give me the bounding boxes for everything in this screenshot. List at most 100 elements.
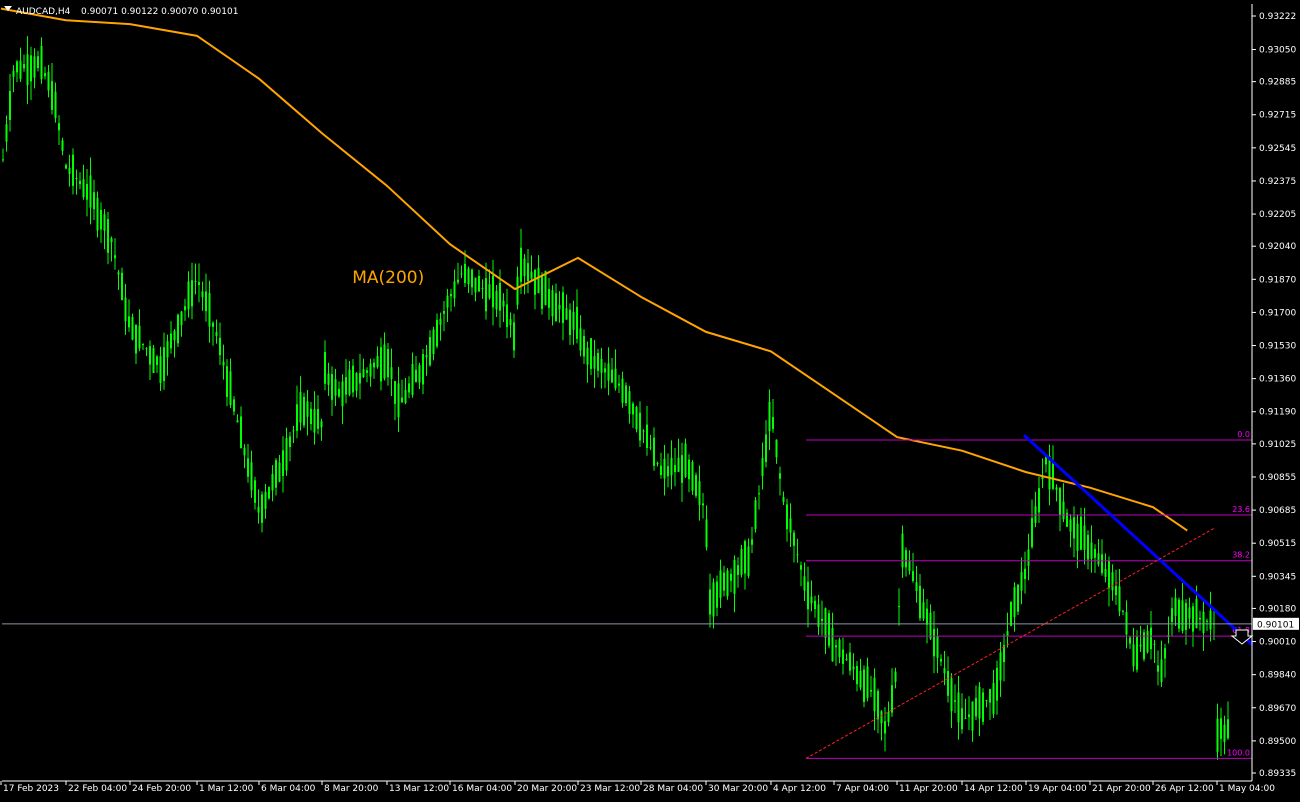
candle-body <box>653 437 655 466</box>
current-price-label: 0.90101 <box>1257 620 1294 630</box>
x-tick-label: 1 Mar 12:00 <box>199 784 254 794</box>
candle-body <box>1083 525 1086 550</box>
candle-body <box>366 370 368 373</box>
candle-body <box>243 447 246 456</box>
x-tick-label: 23 Mar 12:00 <box>580 784 640 794</box>
candle-body <box>352 365 354 393</box>
candle-body <box>884 721 886 734</box>
candle-body <box>404 389 407 403</box>
candle-body <box>1227 719 1229 739</box>
candle-body <box>163 347 165 381</box>
symbol-label: AUDCAD,H4 <box>16 7 71 17</box>
candle-body <box>796 554 799 556</box>
candle-body <box>65 165 67 169</box>
candle-body <box>681 455 683 483</box>
candle-body <box>929 612 932 639</box>
candle-body <box>1199 617 1201 620</box>
candle-body <box>485 278 487 312</box>
candle-body <box>597 352 599 371</box>
candle-body <box>614 368 617 389</box>
candle-body <box>30 55 32 82</box>
candle-body <box>285 438 288 471</box>
candle-body <box>901 533 904 568</box>
x-tick-label: 28 Mar 04:00 <box>643 784 703 794</box>
candle-body <box>373 362 375 368</box>
candle-body <box>877 690 879 720</box>
candle-body <box>737 565 739 576</box>
x-tick-label: 13 Mar 12:00 <box>389 784 449 794</box>
candle-body <box>758 493 760 495</box>
y-tick-label: 0.92715 <box>1259 111 1296 121</box>
candle-body <box>72 154 74 186</box>
candle-body <box>205 291 207 312</box>
y-tick-label: 0.91025 <box>1259 440 1296 450</box>
candle-body <box>611 369 613 383</box>
candle-body <box>1006 631 1009 637</box>
candle-body <box>730 573 732 581</box>
fib-level-label: 38.2 <box>1232 551 1250 560</box>
candle-body <box>1171 608 1173 623</box>
candle-body <box>145 348 148 350</box>
candle-body <box>618 383 620 386</box>
candle-body <box>936 635 939 658</box>
y-tick-label: 0.91700 <box>1259 308 1296 318</box>
candle-body <box>947 671 949 696</box>
candle-body <box>1118 586 1121 612</box>
candle-body <box>236 420 239 423</box>
candle-body <box>436 319 438 347</box>
candle-body <box>33 56 36 78</box>
candle-body <box>1150 627 1152 650</box>
candle-body <box>604 368 606 373</box>
candle-body <box>478 275 480 292</box>
candle-body <box>408 383 410 393</box>
candle-body <box>425 355 428 358</box>
candle-body <box>996 667 998 701</box>
y-tick-label: 0.89500 <box>1259 737 1296 747</box>
candle-body <box>40 45 43 80</box>
candle-body <box>726 570 729 597</box>
x-tick-label: 30 Mar 20:00 <box>708 784 768 794</box>
candle-body <box>131 316 134 340</box>
candle-body <box>261 494 263 523</box>
candle-body <box>194 281 197 283</box>
candle-body <box>313 409 316 433</box>
candle-body <box>933 629 935 657</box>
candle-body <box>719 570 722 598</box>
candle-body <box>394 381 396 404</box>
candle-body <box>121 272 123 300</box>
y-tick-label: 0.91360 <box>1259 375 1296 385</box>
y-tick-label: 0.89335 <box>1259 769 1296 779</box>
y-tick-label: 0.93222 <box>1259 12 1296 22</box>
y-tick-label: 0.90685 <box>1259 506 1296 516</box>
candle-body <box>891 685 893 713</box>
candle-body <box>761 457 764 477</box>
candle-body <box>1080 516 1082 550</box>
candle-body <box>1206 620 1208 622</box>
candle-body <box>649 447 652 449</box>
x-tick-label: 22 Feb 04:00 <box>68 784 127 794</box>
candle-body <box>1129 637 1131 644</box>
candle-body <box>628 391 631 415</box>
candle-body <box>887 711 890 722</box>
candle-body <box>695 475 697 496</box>
candle-body <box>282 450 284 476</box>
candle-body <box>712 582 715 617</box>
candle-body <box>226 366 228 397</box>
candle-body <box>632 403 634 415</box>
candle-body <box>96 197 99 231</box>
candle-body <box>1185 603 1187 630</box>
candle-body <box>807 581 809 610</box>
candle-body <box>345 377 347 395</box>
candle-body <box>572 311 575 330</box>
candle-body <box>103 214 106 231</box>
x-tick-label: 19 Apr 04:00 <box>1028 784 1087 794</box>
price-chart[interactable]: MA(200) 0.023.638.261.8100.0 0.932220.93… <box>0 0 1300 798</box>
y-tick-label: 0.93050 <box>1259 45 1296 55</box>
candle-body <box>593 355 596 369</box>
candle-body <box>380 347 382 382</box>
x-tick-label: 14 Apr 12:00 <box>964 784 1023 794</box>
candle-body <box>866 666 869 698</box>
candle-body <box>457 279 459 283</box>
candle-body <box>551 290 554 317</box>
candle-body <box>1181 600 1184 632</box>
